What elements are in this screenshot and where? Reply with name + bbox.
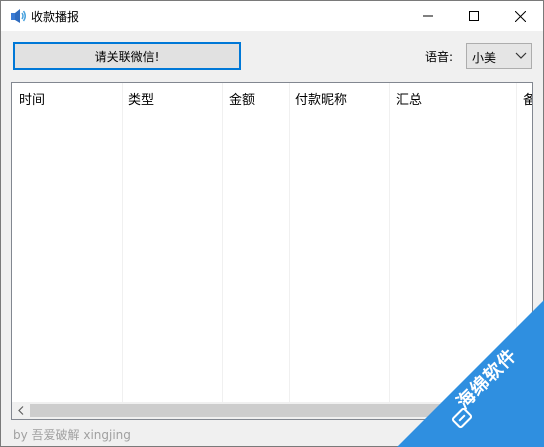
link-wechat-button[interactable]: 请关联微信! — [13, 42, 241, 70]
voice-label: 语音: — [425, 50, 454, 64]
scroll-left-button[interactable] — [12, 402, 29, 419]
payment-list[interactable]: 时间 类型 金额 付款昵称 汇总 备 — [11, 82, 533, 420]
scroll-thumb[interactable] — [30, 404, 450, 417]
column-header-amount[interactable]: 金额 — [229, 89, 255, 108]
maximize-button[interactable] — [451, 1, 497, 31]
credit-text: by 吾爱破解 xingjing — [13, 428, 131, 442]
close-button[interactable] — [497, 1, 543, 31]
title-bar[interactable]: 收款播报 — [1, 1, 543, 31]
maximize-icon — [469, 11, 479, 21]
column-divider — [222, 83, 223, 403]
column-header-summary[interactable]: 汇总 — [396, 89, 422, 108]
close-icon — [514, 10, 526, 22]
voice-selected-value: 小美 — [472, 51, 497, 65]
column-divider — [289, 83, 290, 403]
minimize-button[interactable] — [405, 1, 451, 31]
column-header-time[interactable]: 时间 — [19, 89, 45, 108]
chevron-down-icon — [515, 52, 527, 59]
main-window: 收款播报 请关联微信! 语音: 小美 时间 类型 金额 付款昵称 汇总 by 吾… — [0, 0, 544, 447]
column-divider — [122, 83, 123, 403]
voice-select[interactable]: 小美 — [466, 43, 532, 69]
column-divider — [389, 83, 390, 403]
app-speaker-icon — [11, 9, 26, 23]
column-header-type[interactable]: 类型 — [128, 89, 154, 108]
window-title: 收款播报 — [31, 10, 80, 24]
column-header-remark[interactable]: 备 — [523, 89, 532, 108]
minimize-icon — [423, 15, 433, 17]
horizontal-scrollbar[interactable] — [12, 402, 532, 419]
column-header-payer-nickname[interactable]: 付款昵称 — [295, 89, 347, 108]
chevron-left-icon — [17, 406, 23, 415]
